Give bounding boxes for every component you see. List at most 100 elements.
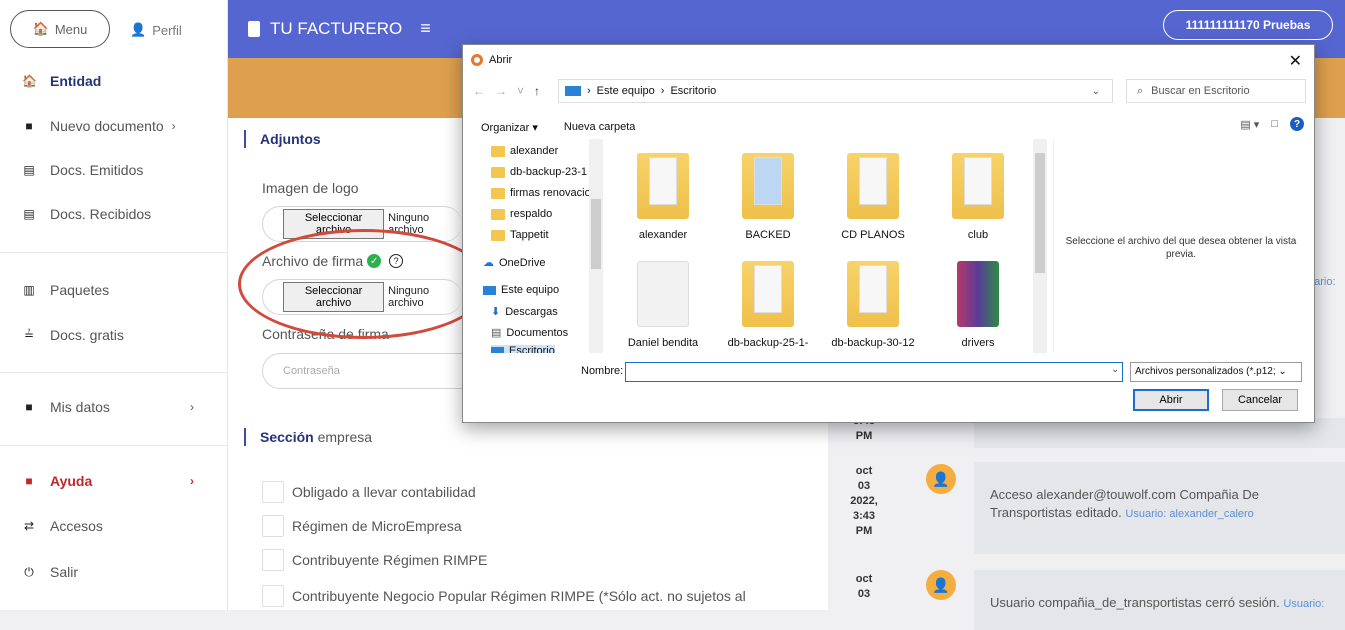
tree-item[interactable]: alexander [491, 145, 558, 157]
desktop-icon [491, 346, 504, 353]
checkbox[interactable] [262, 515, 284, 537]
timeline-date: oct 03 2022, 3:43 PM [850, 465, 878, 537]
cloud-icon: ☁ [483, 257, 494, 269]
sidebar-item-mis-datos[interactable]: ■ Mis datos › [22, 399, 212, 415]
tree-item-selected[interactable]: Escritorio [491, 345, 555, 353]
home-icon: 🏠 [22, 74, 37, 88]
checkbox[interactable] [262, 585, 284, 607]
folder-icon [952, 153, 1004, 219]
address-bar[interactable]: › Este equipo › Escritorio ⌄ [558, 79, 1113, 103]
toolbar-right: ▤ ▾ □ ? [1240, 117, 1304, 131]
sidebar-item-entidad[interactable]: 🏠 Entidad [22, 73, 212, 89]
path-separator: › [660, 85, 665, 97]
file-item[interactable]: club [928, 153, 1028, 241]
new-folder-button[interactable]: Nueva carpeta [564, 121, 636, 133]
checkbox-rimpe[interactable]: Contribuyente Régimen RIMPE [262, 549, 487, 571]
brand: TU FACTURERO ≡ [248, 18, 431, 39]
organize-label: Organizar [481, 121, 530, 134]
chevron-right-icon: › [190, 400, 194, 414]
brand-name: TU FACTURERO [270, 18, 403, 38]
file-item[interactable]: alexander [613, 153, 713, 241]
hamburger-icon[interactable]: ≡ [420, 18, 431, 39]
plus-icon: ■ [25, 400, 33, 414]
filename-input[interactable] [625, 362, 1123, 382]
scroll-thumb[interactable] [1035, 153, 1045, 273]
organize-button[interactable]: Organizar ▾ [481, 121, 538, 134]
sidebar-item-label: Paquetes [50, 282, 110, 298]
folder-icon [742, 153, 794, 219]
browser-logo-icon [471, 54, 483, 66]
section-title-empresa: Sección empresa [244, 428, 372, 446]
tree-item[interactable]: Este equipo [483, 284, 559, 296]
file-item[interactable]: db-backup-25-1- [718, 261, 818, 349]
dialog-title: Abrir [489, 54, 513, 66]
file-item[interactable]: CD PLANOS [823, 153, 923, 241]
cake-icon: ≟ [23, 328, 35, 342]
folder-icon [637, 153, 689, 219]
view-options-icon[interactable]: ▤ ▾ [1240, 118, 1259, 131]
document-icon: ▤ [23, 207, 35, 221]
file-item[interactable]: Daniel bendita [613, 261, 713, 349]
files-scrollbar[interactable] [1033, 139, 1047, 353]
checkbox-negocio-popular[interactable]: Contribuyente Negocio Popular Régimen RI… [262, 585, 746, 607]
sidebar-item-paquetes[interactable]: ▥ Paquetes [22, 282, 212, 298]
chevron-right-icon: › [171, 119, 176, 133]
path-segment[interactable]: Este equipo [597, 85, 655, 97]
sidebar-item-label: Docs. gratis [50, 327, 124, 343]
tree-scrollbar[interactable] [589, 139, 603, 353]
tree-item[interactable]: firmas renovacio [491, 187, 591, 199]
sidebar-item-accesos[interactable]: ⇄ Accesos [22, 518, 212, 534]
folder-icon [491, 187, 505, 199]
sidebar-item-label: Salir [50, 564, 79, 580]
timeline-user-link[interactable]: Usuario: alexander_calero [1125, 508, 1253, 520]
tree-item[interactable]: respaldo [491, 208, 552, 220]
path-segment[interactable]: Escritorio [670, 85, 716, 97]
close-icon[interactable]: ✕ [1289, 51, 1302, 71]
sidebar-item-docs-emitidos[interactable]: ▤ Docs. Emitidos [22, 162, 212, 178]
checkbox-label: Contribuyente Negocio Popular Régimen RI… [292, 588, 746, 604]
scroll-thumb[interactable] [591, 199, 601, 269]
file-type-select[interactable]: Archivos personalizados (*.p12; ⌄ [1130, 362, 1302, 382]
dialog-title-bar: Abrir ✕ [463, 45, 1314, 75]
sidebar-item-nuevo-documento[interactable]: ■ Nuevo documento › [22, 118, 212, 134]
tree-item-label: Descargas [505, 305, 558, 318]
menu-button[interactable]: 🏠 Menu [10, 10, 110, 48]
dialog-toolbar: Organizar ▾ Nueva carpeta ▤ ▾ □ ? [463, 117, 1314, 137]
open-file-dialog: Abrir ✕ ←→˅↑ › Este equipo › Escritorio … [462, 44, 1315, 423]
sidebar-item-salir[interactable]: ⏻ Salir [22, 564, 212, 580]
tree-item-label: alexander [510, 145, 559, 157]
file-item[interactable]: db-backup-30-12 [823, 261, 923, 349]
perfil-button[interactable]: 👤 Perfil [130, 22, 182, 38]
nav-arrows[interactable]: ←→˅↑ [473, 84, 550, 98]
document-icon: ▤ [23, 163, 35, 177]
preview-pane-icon[interactable]: □ [1271, 118, 1278, 130]
sidebar-item-label: Ayuda [50, 473, 93, 489]
cancel-button[interactable]: Cancelar [1222, 389, 1298, 411]
tree-item[interactable]: db-backup-23-1 [491, 166, 587, 178]
path-separator: › [587, 85, 591, 97]
folder-icon [742, 261, 794, 327]
checkbox-obligado[interactable]: Obligado a llevar contabilidad [262, 481, 476, 503]
tree-item[interactable]: ☁ OneDrive [483, 256, 545, 270]
help-icon[interactable]: ? [1290, 117, 1304, 131]
search-input[interactable]: ⌕ Buscar en Escritorio [1126, 79, 1306, 103]
tree-item[interactable]: ⬇ Descargas [491, 305, 558, 319]
tree-item[interactable]: Tappetit [491, 229, 549, 241]
checkbox[interactable] [262, 481, 284, 503]
tree-item[interactable]: ▤ Documentos [491, 326, 568, 340]
sidebar-item-docs-gratis[interactable]: ≟ Docs. gratis [22, 327, 212, 343]
open-button[interactable]: Abrir [1133, 389, 1209, 411]
user-account-button[interactable]: 111111111170 Pruebas [1163, 10, 1333, 40]
folder-icon [491, 145, 505, 157]
sidebar-item-ayuda[interactable]: ■ Ayuda › [22, 473, 212, 489]
checkbox[interactable] [262, 549, 284, 571]
chevron-down-icon[interactable]: ⌄ [1092, 86, 1100, 97]
timeline-user-link[interactable]: Usuario: [1283, 598, 1324, 610]
perfil-label: Perfil [152, 22, 182, 38]
sidebar-item-docs-recibidos[interactable]: ▤ Docs. Recibidos [22, 206, 212, 222]
file-item[interactable]: BACKED [718, 153, 818, 241]
checkbox-microempresa[interactable]: Régimen de MicroEmpresa [262, 515, 462, 537]
chevron-down-icon[interactable]: ⌄ [1111, 364, 1119, 375]
chevron-right-icon: › [190, 474, 194, 488]
file-item[interactable]: drivers [928, 261, 1028, 349]
